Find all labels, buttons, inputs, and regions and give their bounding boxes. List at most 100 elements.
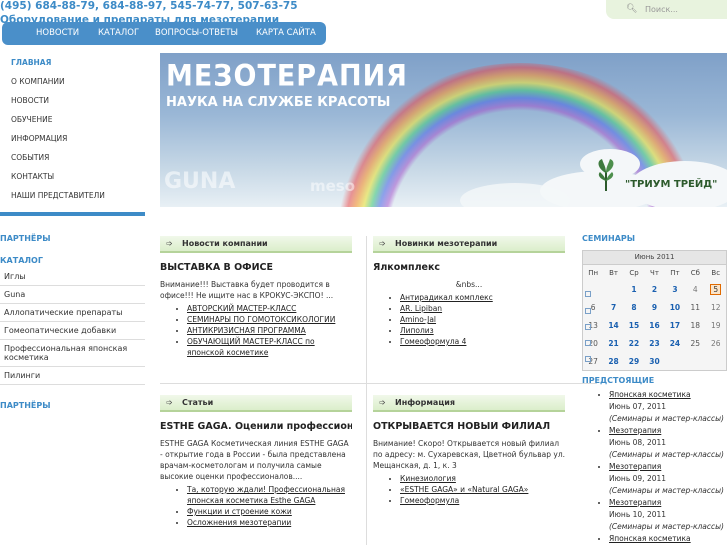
list-item[interactable]: Кинезиология — [400, 473, 565, 484]
calendar-day[interactable]: 24 — [665, 334, 685, 352]
catalog-heading[interactable]: КАТАЛОГ — [0, 256, 43, 265]
calendar-day: 25 — [690, 338, 701, 348]
search-box[interactable]: 🔍︎ Поиск... — [606, 0, 727, 19]
upcoming-events: Японская косметика Июнь 07, 2011 (Семина… — [582, 389, 727, 545]
articles-block: ➩ Статьи ESTHE GAGA. Оценили профессиона… — [160, 395, 352, 528]
list-item: Мезотерапия Июнь 08, 2011 (Семинары и ма… — [609, 425, 727, 461]
topnav-catalog[interactable]: КАТАЛОГ — [98, 28, 139, 38]
calendar-day[interactable]: 7 — [603, 298, 623, 316]
menu-item-contacts[interactable]: КОНТАКТЫ — [0, 167, 150, 186]
partners-heading[interactable]: ПАРТНЁРЫ — [0, 234, 51, 243]
list-item[interactable]: Гомеоформула 4 — [400, 336, 565, 347]
calendar-day[interactable]: 16 — [644, 316, 664, 334]
arrow-right-icon: ➩ — [379, 239, 386, 248]
menu-item-home[interactable]: ГЛАВНАЯ — [0, 53, 150, 72]
menu-item-representatives[interactable]: НАШИ ПРЕДСТАВИТЕЛИ — [0, 186, 150, 205]
list-item[interactable]: «ESTHE GAGA» и «Natural GAGA» — [400, 484, 565, 495]
list-item: Мезотерапия Июнь 10, 2011 (Семинары и ма… — [609, 497, 727, 533]
list-item[interactable]: АНТИКРИЗИСНАЯ ПРОГРАММА — [187, 325, 352, 336]
list-item[interactable]: Гомеоформула — [400, 495, 565, 506]
calendar-day[interactable]: 30 — [644, 352, 664, 370]
event-link[interactable]: Японская косметика — [609, 533, 727, 545]
topnav-faq[interactable]: ВОПРОСЫ-ОТВЕТЫ — [155, 28, 238, 38]
weekday: Вс — [711, 268, 721, 277]
topnav-news[interactable]: НОВОСТИ — [36, 28, 79, 38]
event-date: Июнь 10, 2011 — [609, 510, 667, 519]
week-marker — [585, 340, 591, 346]
news-title[interactable]: ВЫСТАВКА В ОФИСЕ — [160, 262, 352, 273]
partners-heading-2[interactable]: ПАРТНЁРЫ — [0, 401, 51, 410]
seminars-heading[interactable]: СЕМИНАРЫ — [582, 234, 635, 243]
meso-text: &nbs... — [455, 280, 483, 289]
list-item[interactable]: АВТОРСКИЙ МАСТЕР-КЛАСС — [187, 303, 352, 314]
menu-item-about[interactable]: О КОМПАНИИ — [0, 72, 150, 91]
top-navigation: НОВОСТИ КАТАЛОГ ВОПРОСЫ-ОТВЕТЫ КАРТА САЙ… — [2, 22, 326, 45]
calendar-day[interactable]: 23 — [644, 334, 664, 352]
calendar-day[interactable]: 1 — [624, 280, 644, 298]
calendar-day[interactable]: 28 — [603, 352, 623, 370]
calendar-day[interactable]: 22 — [624, 334, 644, 352]
info-block: ➩ Информация ОТКРЫВАЕТСЯ НОВЫЙ ФИЛИАЛ Вн… — [373, 395, 565, 506]
list-item[interactable]: СЕМИНАРЫ ПО ГОМОТОКСИКОЛОГИИ — [187, 314, 352, 325]
topnav-sitemap[interactable]: КАРТА САЙТА — [256, 28, 316, 38]
catalog-item[interactable]: Пилинги — [0, 367, 145, 385]
event-link[interactable]: Японская косметика — [609, 389, 727, 401]
calendar-day[interactable]: 9 — [644, 298, 664, 316]
weekday: Чт — [650, 268, 659, 277]
catalog-item[interactable]: Гомеопатические добавки — [0, 322, 145, 340]
calendar-day[interactable]: 14 — [603, 316, 623, 334]
calendar-day[interactable]: 15 — [624, 316, 644, 334]
list-item[interactable]: AR. Lipiban — [400, 303, 565, 314]
info-title[interactable]: ОТКРЫВАЕТСЯ НОВЫЙ ФИЛИАЛ — [373, 421, 565, 432]
list-item[interactable]: ОБУЧАЮЩИЙ МАСТЕР-КЛАСС по японской косме… — [187, 336, 352, 358]
left-divider — [0, 212, 145, 216]
catalog-item[interactable]: Guna — [0, 286, 145, 304]
news-text: Внимание!!! Выставка будет проводится в … — [160, 280, 334, 300]
event-link[interactable]: Мезотерапия — [609, 461, 727, 473]
search-input[interactable]: Поиск... — [645, 5, 678, 14]
calendar-day[interactable]: 3 — [665, 280, 685, 298]
list-item: Мезотерапия Июнь 09, 2011 (Семинары и ма… — [609, 461, 727, 497]
list-item[interactable]: Та, которую ждали! Профессиональная япон… — [187, 484, 352, 506]
menu-item-training[interactable]: ОБУЧЕНИЕ — [0, 110, 150, 129]
calendar-day[interactable]: 21 — [603, 334, 623, 352]
calendar-today[interactable]: 5 — [705, 280, 726, 298]
list-item: Японская косметика — [609, 533, 727, 545]
calendar-day — [705, 352, 726, 370]
menu-item-info[interactable]: ИНФОРМАЦИЯ — [0, 129, 150, 148]
event-date: Июнь 08, 2011 — [609, 438, 667, 447]
event-link[interactable]: Мезотерапия — [609, 497, 727, 509]
meso-title[interactable]: Ялкомплекс — [373, 262, 565, 273]
arrow-right-icon: ➩ — [166, 239, 173, 248]
weekday: Ср — [629, 268, 639, 277]
calendar-day[interactable]: 2 — [644, 280, 664, 298]
event-category: (Семинары и мастер-классы) — [609, 486, 724, 495]
articles-title[interactable]: ESTHE GAGA. Оценили профессионалы — [160, 421, 352, 432]
list-item[interactable]: Amino-Jal — [400, 314, 565, 325]
left-menu: ГЛАВНАЯ О КОМПАНИИ НОВОСТИ ОБУЧЕНИЕ ИНФО… — [0, 53, 150, 205]
calendar-day: 4 — [692, 284, 698, 294]
calendar-day[interactable]: 29 — [624, 352, 644, 370]
catalog-item[interactable]: Профессиональная японская косметика — [0, 340, 145, 367]
banner-subtitle: НАУКА НА СЛУЖБЕ КРАСОТЫ — [166, 95, 391, 110]
catalog-item[interactable]: Иглы — [0, 268, 145, 286]
event-date: Июнь 07, 2011 — [609, 402, 667, 411]
menu-item-events[interactable]: СОБЫТИЯ — [0, 148, 150, 167]
calendar-day[interactable]: 17 — [665, 316, 685, 334]
search-icon[interactable]: 🔍︎ — [626, 4, 637, 14]
calendar-day: 19 — [710, 320, 721, 330]
list-item[interactable]: Антирадикал комплекс — [400, 292, 565, 303]
list-item[interactable]: Осложнения мезотерапии — [187, 517, 352, 528]
catalog-item[interactable]: Аллопатические препараты — [0, 304, 145, 322]
meso-logo: meso — [310, 177, 356, 195]
meso-block: ➩ Новинки мезотерапии Ялкомплекс &nbs...… — [373, 236, 565, 347]
banner-title: МЕЗОТЕРАПИЯ — [166, 59, 408, 94]
event-link[interactable]: Мезотерапия — [609, 425, 727, 437]
list-item[interactable]: Функции и строение кожи — [187, 506, 352, 517]
list-item[interactable]: Липолиз — [400, 325, 565, 336]
menu-item-news[interactable]: НОВОСТИ — [0, 91, 150, 110]
column-divider — [366, 236, 367, 545]
calendar-day[interactable]: 8 — [624, 298, 644, 316]
catalog-list: Иглы Guna Аллопатические препараты Гомео… — [0, 268, 145, 385]
calendar-day[interactable]: 10 — [665, 298, 685, 316]
